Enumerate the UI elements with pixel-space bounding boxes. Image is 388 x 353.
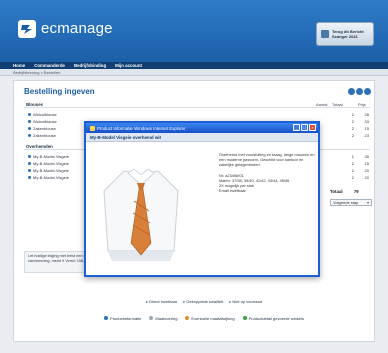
row-name: Zakenblouse [33,126,56,131]
header-account-label: Terug dit Bericht Scanger 2041 [332,29,364,39]
header-account-button[interactable]: Terug dit Bericht Scanger 2041 [316,22,374,46]
row-total: 20 [364,168,369,173]
order-total: Totaal 79 [330,189,359,194]
row-name: My-B-Model-Visgeie [33,168,69,173]
ie-window-icon [90,125,95,131]
total-label: Totaal [330,189,343,194]
legend-label: Maatvoering [155,315,178,321]
legend-dot-icon [242,316,247,321]
row-name: My-B-Model-Visgeie [33,161,69,166]
table-row[interactable]: Wolcolblouse 2 28 [24,112,370,118]
row-name: My-B-Model-Visgeie [33,154,69,159]
row-name: Wolcolblouse [33,112,57,117]
row-bullet-icon [28,155,31,159]
legend-label: Productdetail gevoerde winkels [248,315,304,321]
page-title: Bestelling ingeven [24,87,95,96]
row-bullet-icon [28,176,31,180]
popup-heading: My-B-Model Visgeie overhemd wit [86,133,318,142]
row-bullet-icon [28,162,31,166]
legend: Productinformatie Maatvoering Eventuele … [24,314,384,322]
row-bullet-icon [28,120,31,124]
row-bullet-icon [28,113,31,117]
close-icon[interactable] [364,88,371,95]
help-icon[interactable] [348,88,355,95]
app-header: ecmanage Terug dit Bericht Scanger 2041 [0,0,388,62]
row-name: Wolcolblouse [33,119,57,124]
action-link-stock[interactable]: Niet op voorraad [229,299,262,304]
row-qty: 2 [351,161,354,166]
row-total: 28 [364,112,369,117]
row-bullet-icon [28,134,31,138]
row-name: My-B-Model-Visgeie [33,175,69,180]
nav-item-company[interactable]: Bedrijfsbinding [74,63,106,68]
row-total: 33 [364,119,369,124]
row-total: 23 [364,133,369,138]
row-total: 15 [364,126,369,131]
row-qty: 2 [351,112,354,117]
main-nav: Home Commanderde Bedrijfsbinding Mijn ac… [0,62,388,69]
row-total: 20 [364,175,369,180]
page: ecmanage Terug dit Bericht Scanger 2041 … [0,0,388,353]
legend-dot-icon [149,316,154,321]
row-total: 35 [364,154,369,159]
row-bullet-icon [28,169,31,173]
logo-text: ecmanage [41,20,113,37]
next-step-select[interactable]: Volgende stap [330,199,372,206]
maximize-icon[interactable]: □ [301,124,308,131]
ecmanage-logo-icon[interactable] [18,20,36,38]
row-qty: 1 [351,154,354,159]
product-info-popup[interactable]: Product Informatie Windows Internet Expl… [84,121,320,277]
legend-dot-icon [185,316,190,321]
action-link-quality[interactable]: Gekoppelde kwaliteit [183,299,223,304]
account-icon [321,30,329,38]
section-label: Blouses [26,102,44,107]
legend-item: Maatvoering [149,316,177,321]
product-specs-text: Nr: a23456/01 Maten: 37/38, 39/40, 41/42… [219,172,290,194]
action-link-direct[interactable]: Direct inzetbaar [146,299,177,304]
close-icon[interactable]: × [309,124,316,131]
row-qty: 2 [351,126,354,131]
legend-item: Productinformatie [104,316,141,321]
legend-label: Eventuele maatafwijking [191,315,235,321]
product-shirt-image [96,151,186,269]
window-controls: _ □ × [293,124,316,131]
total-value: 79 [353,189,359,194]
section-label: Overhemden [26,144,53,149]
nav-item-orders[interactable]: Commanderde [34,63,65,68]
col-totaal: Totaal [332,102,343,107]
row-total: 15 [364,161,369,166]
product-description: Overhemd met voorsluiting en kraag, lang… [219,152,315,198]
col-aantal: Aantal [316,102,328,107]
row-qty: 2 [351,168,354,173]
row-qty: 2 [351,175,354,180]
legend-label: Productinformatie [110,315,142,321]
popup-titlebar[interactable]: Product Informatie Windows Internet Expl… [86,123,318,133]
row-bullet-icon [28,127,31,131]
row-name: Zakenblouse [33,133,56,138]
product-description-text: Overhemd met voorsluiting en kraag, lang… [219,152,315,168]
legend-item: Eventuele maatafwijking [185,315,235,321]
section-header-blouses: Blouses Aantal Totaal Prijs [24,101,370,108]
legend-item: Productdetail gevoerde winkels [242,315,304,321]
row-qty: 2 [351,119,354,124]
action-links: Direct inzetbaar Gekoppelde kwaliteit Ni… [24,296,384,306]
print-icon[interactable] [356,88,363,95]
nav-item-home[interactable]: Home [13,63,25,68]
legend-dot-icon [104,316,109,321]
row-qty: 2 [351,133,354,138]
popup-window-title: Product Informatie Windows Internet Expl… [97,125,186,131]
minimize-icon[interactable]: _ [293,124,300,131]
breadcrumb[interactable]: Bedrijfskrening » Bestellen [0,69,388,76]
nav-item-account[interactable]: Mijn account [115,63,142,68]
col-prijs: Prijs [358,102,366,107]
